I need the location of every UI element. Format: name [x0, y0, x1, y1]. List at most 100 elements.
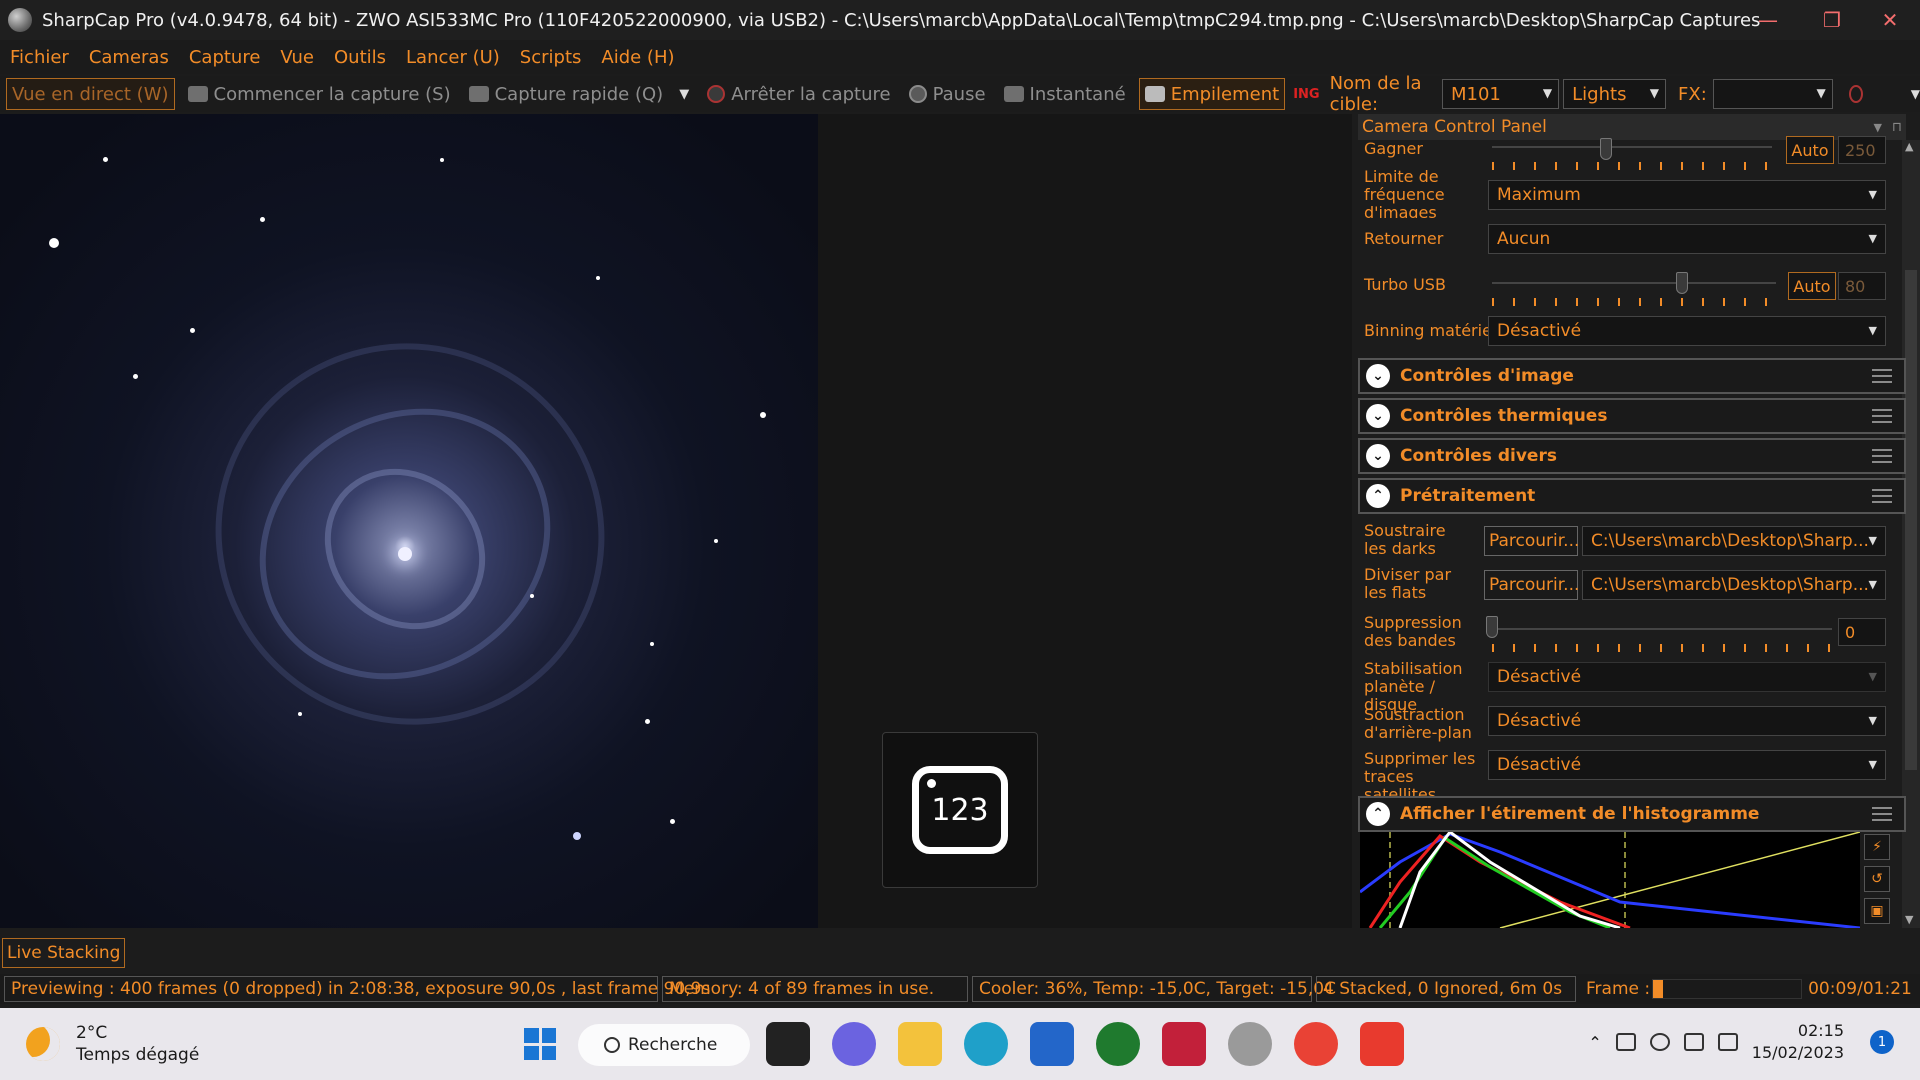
banding-value-field[interactable]: 0 [1838, 618, 1886, 646]
bg-subtraction-select[interactable]: Désactivé ▼ [1488, 706, 1886, 736]
chevron-down-icon: ▼ [1542, 86, 1553, 100]
target-name-combo[interactable]: M101 ▼ [1442, 79, 1560, 109]
binning-select[interactable]: Désactivé ▼ [1488, 316, 1886, 346]
stop-capture-button[interactable]: Arrêter la capture [702, 78, 895, 110]
chevron-down-icon[interactable]: ▼ [679, 87, 689, 102]
chevron-up-icon[interactable]: ⌃ [1588, 1033, 1601, 1052]
clock[interactable]: 02:15 15/02/2023 [1752, 1020, 1844, 1064]
gain-slider-thumb[interactable] [1600, 138, 1612, 160]
snapshot-button[interactable]: Instantané [999, 78, 1131, 110]
file-explorer-icon[interactable] [898, 1022, 942, 1066]
clock-date: 15/02/2023 [1751, 1043, 1844, 1062]
flats-browse-button[interactable]: Parcourir... [1484, 570, 1579, 600]
hamburger-icon[interactable] [1872, 489, 1892, 503]
start-capture-button[interactable]: Commencer la capture (S) [183, 78, 456, 110]
chrome-icon[interactable] [1294, 1022, 1338, 1066]
hamburger-icon[interactable] [1872, 449, 1892, 463]
notification-badge[interactable]: 1 [1870, 1030, 1894, 1054]
chevron-down-icon: ▼ [1868, 324, 1877, 337]
fps-limit-select[interactable]: Maximum ▼ [1488, 180, 1886, 210]
menu-outils[interactable]: Outils [334, 47, 386, 68]
anydesk-icon[interactable] [1360, 1022, 1404, 1066]
pin-icon[interactable]: ⊓ [1892, 120, 1902, 135]
system-tray: ⌃ 02:15 15/02/2023 1 [1588, 1020, 1894, 1064]
darks-browse-button[interactable]: Parcourir... [1484, 526, 1579, 556]
counter-icon: 123 [912, 766, 1008, 854]
scroll-thumb[interactable] [1905, 270, 1917, 770]
minimize-button[interactable]: — [1736, 0, 1800, 40]
task-view-icon[interactable] [766, 1022, 810, 1066]
image-viewport[interactable]: 123 [0, 114, 1352, 928]
section-title: Contrôles divers [1400, 446, 1557, 466]
usb-turbo-slider-thumb[interactable] [1676, 272, 1688, 294]
usb-turbo-auto-button[interactable]: Auto [1788, 272, 1836, 300]
reset-icon[interactable]: ↺ [1864, 866, 1890, 892]
flats-path-select[interactable]: C:\Users\marcb\Desktop\Sharp... ▼ [1582, 570, 1886, 600]
close-button[interactable]: ✕ [1858, 0, 1920, 40]
phd2-icon[interactable] [1096, 1022, 1140, 1066]
chevron-down-icon[interactable]: ▼ [1874, 121, 1882, 134]
edge-browser-icon[interactable] [964, 1022, 1008, 1066]
usb-turbo-slider[interactable] [1492, 282, 1776, 284]
frame-type-select[interactable]: Lights ▼ [1563, 79, 1667, 109]
sharpcap-taskbar-icon[interactable] [1228, 1022, 1272, 1066]
sync-icon[interactable] [1615, 1033, 1636, 1051]
gain-slider[interactable] [1492, 146, 1772, 148]
hamburger-icon[interactable] [1872, 409, 1892, 423]
histogram-chart[interactable] [1360, 832, 1860, 928]
menu-cameras[interactable]: Cameras [89, 47, 169, 68]
section-histogram-stretch[interactable]: ⌃ Afficher l'étirement de l'histogramme [1358, 796, 1906, 832]
menu-capture[interactable]: Capture [189, 47, 261, 68]
tab-live-stacking[interactable]: Live Stacking [2, 938, 126, 968]
section-thermal-controls[interactable]: ⌄ Contrôles thermiques [1358, 398, 1906, 434]
gain-auto-button[interactable]: Auto [1786, 136, 1834, 164]
lightning-icon[interactable]: ⚡ [1864, 834, 1890, 860]
battery-icon[interactable] [1717, 1033, 1738, 1051]
wifi-icon[interactable] [1649, 1033, 1670, 1051]
windows-start-icon[interactable] [518, 1022, 562, 1066]
taskbar-search[interactable]: Recherche [578, 1024, 750, 1066]
stabilize-select[interactable]: Désactivé ▼ [1488, 662, 1886, 692]
section-preprocessing[interactable]: ⌃ Prétraitement [1358, 478, 1906, 514]
pause-button[interactable]: Pause [904, 78, 991, 110]
chevron-up-icon[interactable]: ▲ [1905, 140, 1913, 153]
teams-chat-icon[interactable] [832, 1022, 876, 1066]
chevron-down-icon[interactable]: ▼ [1911, 87, 1920, 101]
hamburger-icon[interactable] [1872, 369, 1892, 383]
stack-icon [1144, 86, 1165, 102]
maximize-button[interactable]: ❐ [1800, 0, 1864, 40]
section-image-controls[interactable]: ⌄ Contrôles d'image [1358, 358, 1906, 394]
gain-ticks [1492, 162, 1782, 170]
fx-select[interactable]: ▼ [1712, 79, 1833, 109]
stacking-button[interactable]: Empilement [1138, 78, 1286, 110]
weather-text: 2°C Temps dégagé [76, 1022, 199, 1066]
volume-icon[interactable] [1683, 1033, 1704, 1051]
record-icon[interactable] [1848, 85, 1863, 103]
darks-path-select[interactable]: C:\Users\marcb\Desktop\Sharp... ▼ [1582, 526, 1886, 556]
banding-slider-thumb[interactable] [1486, 616, 1498, 638]
section-misc-controls[interactable]: ⌄ Contrôles divers [1358, 438, 1906, 474]
gain-value-field[interactable]: 250 [1838, 136, 1886, 164]
quick-capture-button[interactable]: Capture rapide (Q) ▼ [464, 78, 695, 110]
banding-slider[interactable] [1492, 628, 1832, 630]
usb-turbo-value-field[interactable]: 80 [1838, 272, 1886, 300]
chevron-down-icon[interactable]: ▼ [1905, 913, 1913, 926]
darks-path-value: C:\Users\marcb\Desktop\Sharp... [1591, 531, 1869, 551]
live-view-button[interactable]: Vue en direct (W) [6, 78, 175, 110]
menu-scripts[interactable]: Scripts [520, 47, 582, 68]
astro-app-icon[interactable] [1162, 1022, 1206, 1066]
menu-aide[interactable]: Aide (H) [601, 47, 674, 68]
star [645, 719, 650, 724]
menu-vue[interactable]: Vue [280, 47, 314, 68]
save-icon[interactable]: ▣ [1864, 898, 1890, 924]
store-icon[interactable] [1030, 1022, 1074, 1066]
star [650, 642, 654, 646]
weather-widget[interactable]: 2°C Temps dégagé [26, 1022, 199, 1066]
star [596, 276, 600, 280]
menu-fichier[interactable]: Fichier [10, 47, 69, 68]
satellite-trails-select[interactable]: Désactivé ▼ [1488, 750, 1886, 780]
hamburger-icon[interactable] [1872, 807, 1892, 821]
sharpcap-app-icon [8, 8, 32, 32]
flip-select[interactable]: Aucun ▼ [1488, 224, 1886, 254]
menu-lancer[interactable]: Lancer (U) [406, 47, 500, 68]
